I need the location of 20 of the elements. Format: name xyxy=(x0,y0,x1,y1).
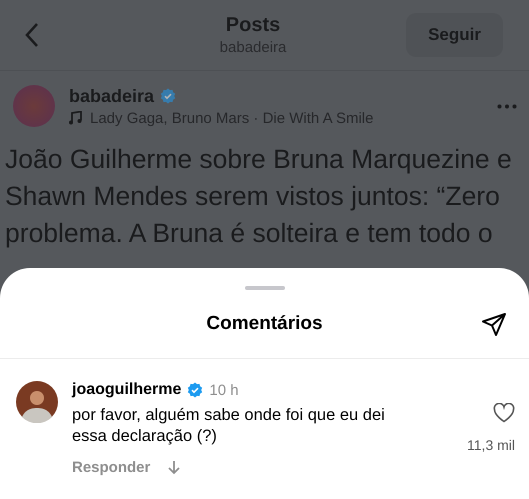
send-icon[interactable] xyxy=(481,312,507,338)
arrow-down-icon[interactable] xyxy=(168,460,180,475)
comment-username[interactable]: joaoguilherme xyxy=(72,381,182,399)
like-count: 11,3 mil xyxy=(467,437,515,453)
username[interactable]: babadeira xyxy=(69,86,154,106)
drag-handle[interactable] xyxy=(244,286,284,290)
back-icon[interactable] xyxy=(24,22,40,48)
comment-text: por favor, alguém sabe onde foi que eu dei essa declaração (?) xyxy=(72,405,386,447)
more-icon[interactable] xyxy=(497,104,517,108)
music-note-icon xyxy=(69,111,82,125)
verified-icon xyxy=(160,88,176,104)
reply-button[interactable]: Responder xyxy=(72,459,150,476)
verified-icon xyxy=(187,382,204,398)
comment-time: 10 h xyxy=(209,382,239,398)
heart-icon[interactable] xyxy=(493,403,515,423)
sheet-title: Comentários xyxy=(206,313,323,335)
page-title: Posts xyxy=(226,14,280,37)
avatar[interactable] xyxy=(16,381,58,423)
post-caption: João Guilherme sobre Bruna Marquezine e Shawn Mendes serem vistos juntos: “Zero problema. A Bruna é solteira e tem todo o xyxy=(5,143,513,250)
follow-button[interactable]: Seguir xyxy=(406,13,503,57)
